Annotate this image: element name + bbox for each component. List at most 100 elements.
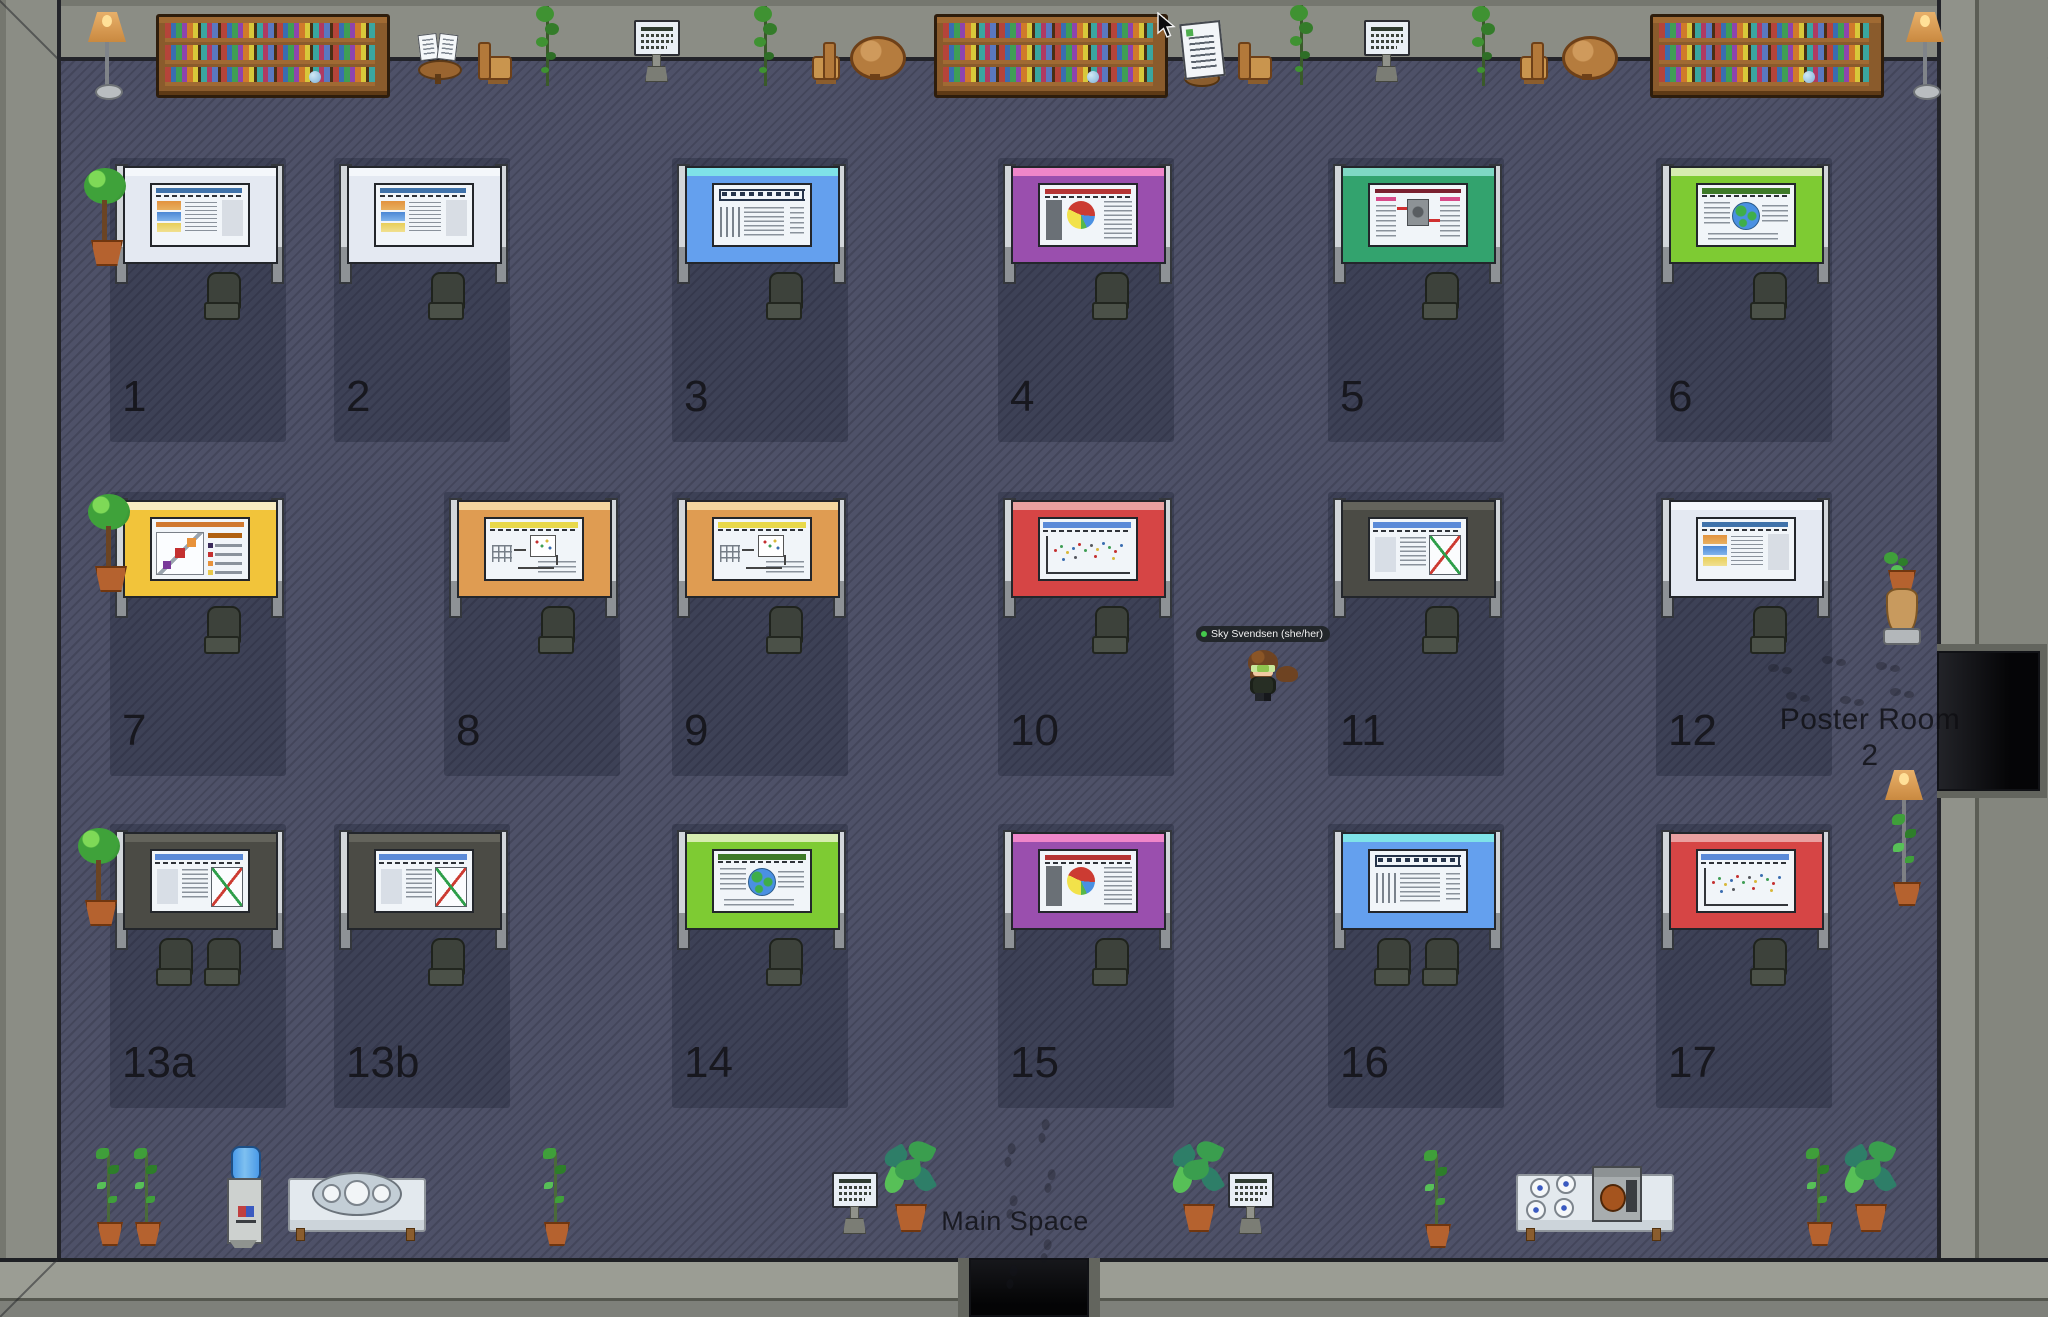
booth-chair[interactable] (1092, 272, 1128, 322)
poster-board[interactable] (123, 832, 278, 930)
booth-chair[interactable] (1750, 272, 1786, 322)
poster-document[interactable] (1368, 183, 1468, 247)
wooden-chair[interactable] (1512, 42, 1546, 84)
poster-document[interactable] (712, 517, 812, 581)
booth-chair[interactable] (1092, 938, 1128, 988)
poster-document[interactable] (1696, 849, 1796, 913)
info-sign[interactable] (1228, 1172, 1274, 1236)
poster-booth[interactable]: 4 (1006, 164, 1167, 464)
poster-document[interactable] (1368, 517, 1468, 581)
mouse-cursor-icon (1156, 12, 1178, 40)
booth-chair[interactable] (204, 938, 240, 988)
booth-chair[interactable] (538, 606, 574, 656)
poster-board[interactable] (685, 166, 840, 264)
poster-document[interactable] (1368, 849, 1468, 913)
program-flipchart-stand[interactable] (1174, 22, 1228, 90)
poster-board[interactable] (1341, 832, 1496, 930)
booth-chair[interactable] (204, 606, 240, 656)
booth-chair[interactable] (766, 938, 802, 988)
booth-chair[interactable] (1092, 606, 1128, 656)
poster-booth[interactable]: 17 (1664, 830, 1825, 1130)
booth-chair[interactable] (1422, 606, 1458, 656)
poster-board[interactable] (1341, 166, 1496, 264)
booth-chair[interactable] (766, 272, 802, 322)
poster-booth[interactable]: 13a (118, 830, 279, 1130)
poster-board[interactable] (1011, 832, 1166, 930)
poster-booth[interactable]: 2 (342, 164, 503, 464)
booth-chair[interactable] (428, 938, 464, 988)
monstera-plant (1842, 1142, 1896, 1244)
poster-booth[interactable]: 7 (118, 498, 279, 798)
poster-document[interactable] (712, 849, 812, 913)
booth-number: 7 (122, 706, 146, 756)
poster-board[interactable] (685, 500, 840, 598)
player-avatar[interactable]: Sky Svendsen (she/her) (1244, 648, 1282, 704)
poster-document[interactable] (374, 849, 474, 913)
poster-document[interactable] (1038, 517, 1138, 581)
info-sign[interactable] (832, 1172, 878, 1236)
poster-booth[interactable]: 13b (342, 830, 503, 1130)
poster-board[interactable] (123, 166, 278, 264)
coffee-station-table[interactable] (1516, 1166, 1670, 1242)
hanging-vine-plant (1286, 5, 1316, 85)
booth-chair[interactable] (1750, 938, 1786, 988)
hanging-vine-plant (1468, 6, 1498, 86)
booth-chair[interactable] (1750, 606, 1786, 656)
booth-chair[interactable] (1422, 272, 1458, 322)
wooden-chair[interactable] (1236, 42, 1270, 84)
booth-number: 17 (1668, 1038, 1717, 1088)
poster-booth[interactable]: 3 (680, 164, 841, 464)
poster-board[interactable] (1341, 500, 1496, 598)
booth-chair[interactable] (428, 272, 464, 322)
tea-service-table[interactable] (288, 1172, 422, 1242)
booth-number: 4 (1010, 372, 1034, 422)
booth-chair[interactable] (1374, 938, 1410, 988)
poster-booth[interactable]: 9 (680, 498, 841, 798)
poster-board[interactable] (1011, 500, 1166, 598)
poster-board[interactable] (1011, 166, 1166, 264)
poster-booth[interactable]: 15 (1006, 830, 1167, 1130)
poster-board[interactable] (1669, 832, 1824, 930)
booth-chair[interactable] (156, 938, 192, 988)
poster-board[interactable] (457, 500, 612, 598)
booth-chair[interactable] (1422, 938, 1458, 988)
poster-document[interactable] (1038, 183, 1138, 247)
poster-document[interactable] (712, 183, 812, 247)
poster-board[interactable] (347, 166, 502, 264)
poster-document[interactable] (150, 183, 250, 247)
info-sign[interactable] (1364, 20, 1410, 84)
poster-booth[interactable]: 10 (1006, 498, 1167, 798)
wooden-chair[interactable] (804, 42, 838, 84)
poster-board[interactable] (347, 832, 502, 930)
info-sign[interactable] (634, 20, 680, 84)
round-table (1562, 36, 1612, 80)
poster-booth[interactable]: 8 (452, 498, 613, 798)
open-book-stand[interactable] (416, 32, 460, 86)
poster-document[interactable] (1038, 849, 1138, 913)
poster-document[interactable] (1696, 517, 1796, 581)
poster-booth[interactable]: 1 (118, 164, 279, 464)
poster-booth[interactable]: 5 (1336, 164, 1497, 464)
poster-document[interactable] (1696, 183, 1796, 247)
poster-document[interactable] (150, 849, 250, 913)
poster-booth[interactable]: 16 (1336, 830, 1497, 1130)
wooden-chair[interactable] (476, 42, 510, 84)
board-top-strip (687, 834, 838, 842)
booth-number: 3 (684, 372, 708, 422)
booth-chair[interactable] (766, 606, 802, 656)
poster-document[interactable] (374, 183, 474, 247)
poster-board[interactable] (1669, 500, 1824, 598)
poster-booth[interactable]: 14 (680, 830, 841, 1130)
poster-board[interactable] (1669, 166, 1824, 264)
poster-booth[interactable]: 6 (1664, 164, 1825, 464)
poster-board[interactable] (123, 500, 278, 598)
doorway-main-space[interactable] (958, 1258, 1100, 1317)
poster-board[interactable] (685, 832, 840, 930)
poster-document[interactable] (484, 517, 584, 581)
poster-document[interactable] (150, 517, 250, 581)
water-cooler[interactable] (226, 1146, 262, 1252)
poster-booth[interactable]: 11 (1336, 498, 1497, 798)
booth-chair[interactable] (204, 272, 240, 322)
footprints (1876, 662, 1902, 674)
monstera-plant (1170, 1142, 1224, 1244)
